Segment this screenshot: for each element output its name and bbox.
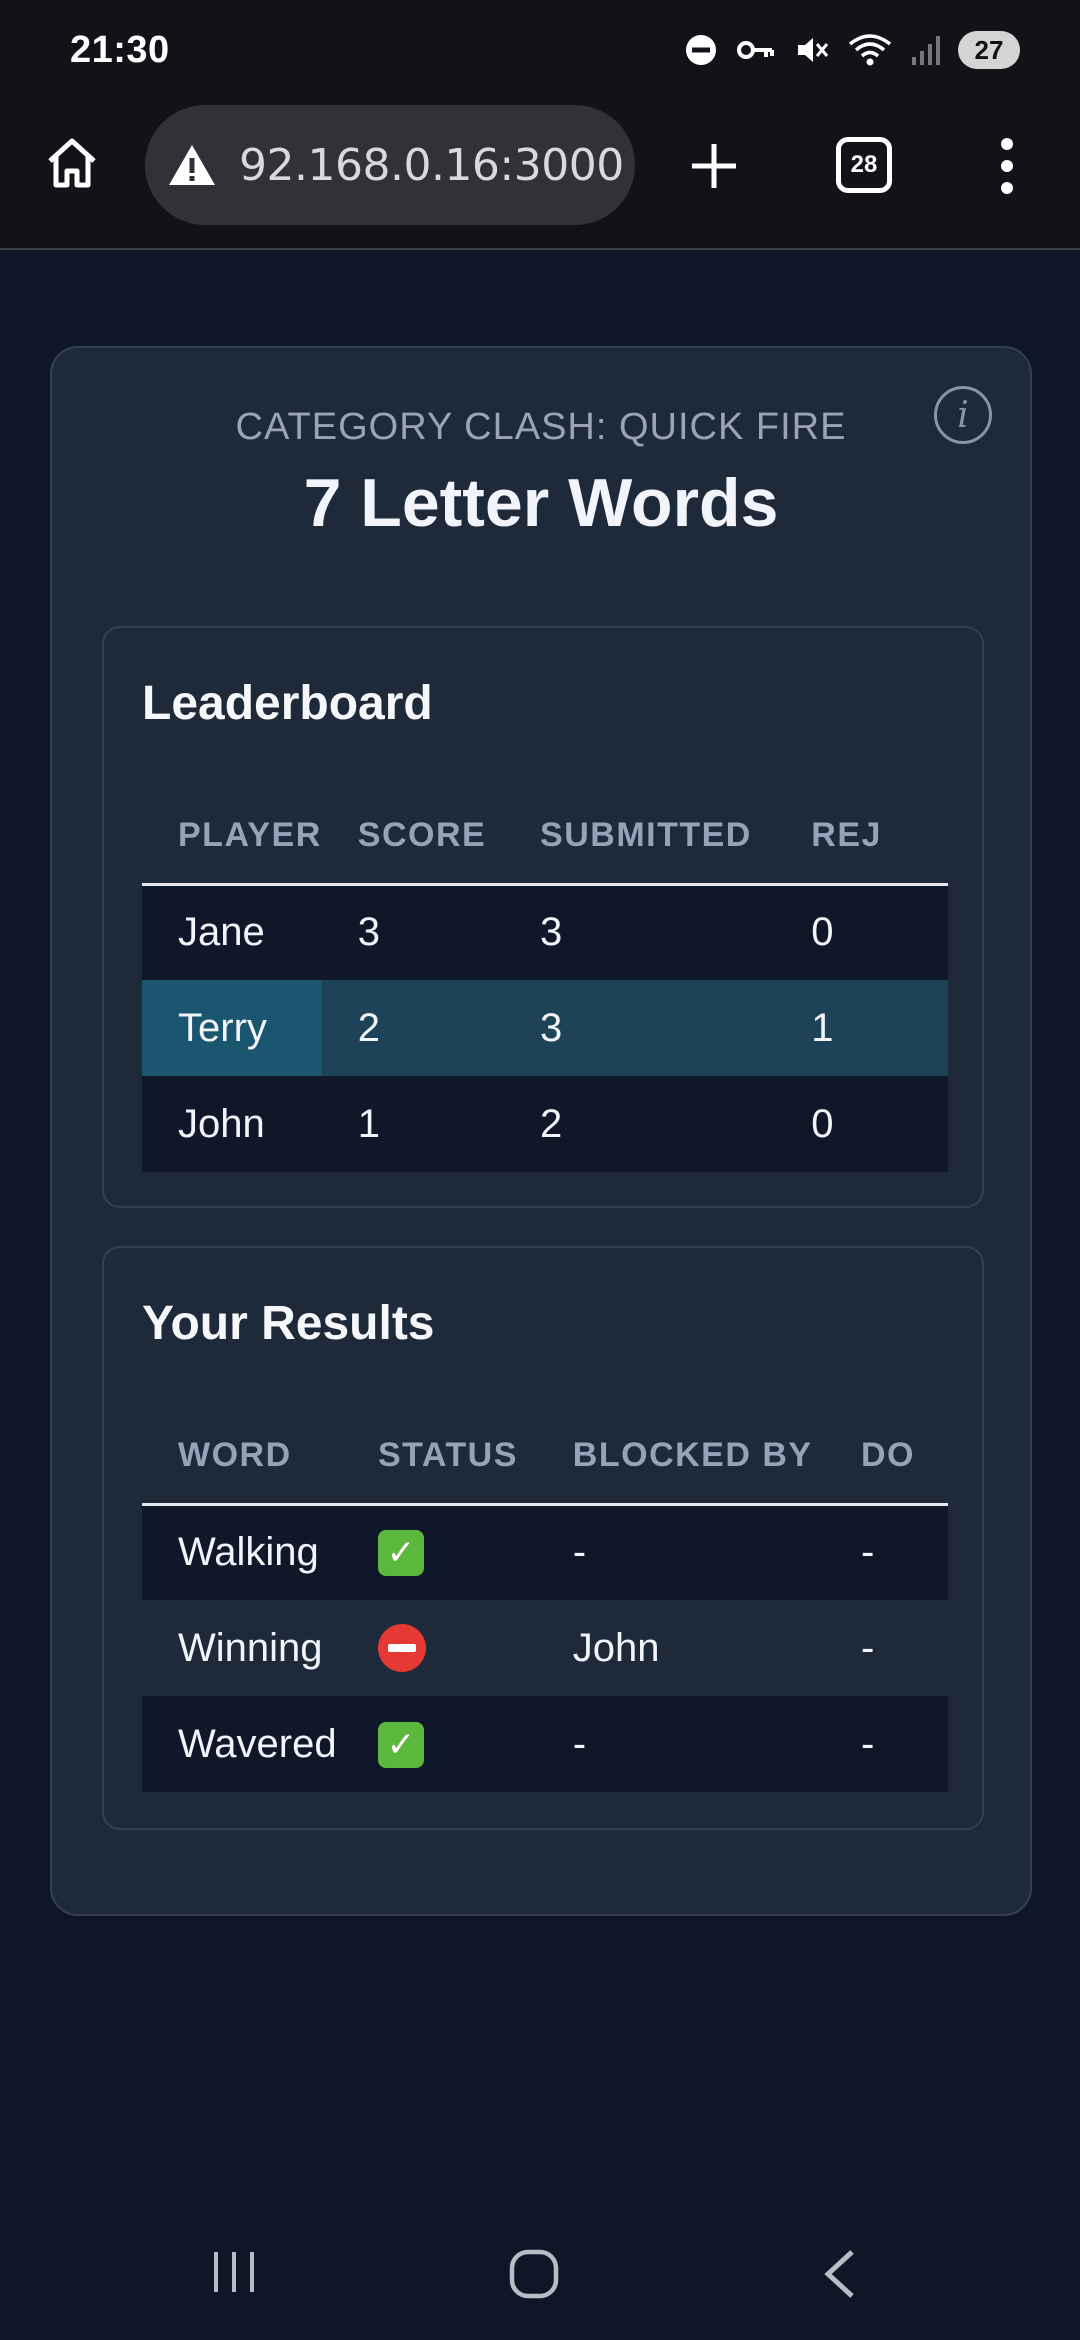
- tabs-icon[interactable]: 28: [836, 137, 892, 193]
- result-blocked-by: -: [536, 1696, 825, 1792]
- insecure-warning-icon[interactable]: [167, 142, 217, 188]
- game-card: i CATEGORY CLASH: QUICK FIRE 7 Letter Wo…: [50, 346, 1032, 1916]
- status-icons: 27: [684, 31, 1020, 69]
- col-player: PLAYER: [142, 788, 322, 886]
- no-entry-icon: [377, 1624, 426, 1673]
- signal-icon: [912, 36, 940, 65]
- vpn-key-icon: [737, 41, 774, 59]
- status-bar: 21:30 27: [0, 0, 1080, 100]
- result-status: [341, 1600, 537, 1696]
- results-table: WORD STATUS BLOCKED BY DO Walking ✓ - - …: [142, 1408, 948, 1792]
- result-status: ✓: [341, 1504, 537, 1600]
- table-row: Walking ✓ - -: [142, 1504, 948, 1600]
- result-word: Walking: [142, 1504, 342, 1600]
- player-score: 1: [321, 1076, 505, 1172]
- col-status: STATUS: [341, 1408, 537, 1506]
- recent-apps-icon[interactable]: [210, 2248, 258, 2301]
- result-extra: -: [824, 1696, 948, 1792]
- system-nav-bar: [0, 2220, 1080, 2320]
- check-mark-icon: ✓: [377, 1530, 424, 1577]
- table-row: John 1 2 0: [142, 1076, 948, 1172]
- result-blocked-by: John: [536, 1600, 825, 1696]
- col-extra: DO: [824, 1408, 948, 1506]
- table-row: Winning John -: [142, 1600, 948, 1696]
- leaderboard-table: PLAYER SCORE SUBMITTED REJ Jane 3 3 0 Te…: [142, 788, 948, 1172]
- table-row: Jane 3 3 0: [142, 884, 948, 980]
- results-panel: Your Results WORD STATUS BLOCKED BY DO W…: [102, 1246, 984, 1830]
- back-icon[interactable]: [818, 2248, 862, 2305]
- browser-toolbar: 92.168.0.16:3000 28: [0, 100, 1080, 250]
- player-rejected: 0: [775, 884, 948, 980]
- status-time: 21:30: [70, 28, 170, 71]
- result-word: Winning: [142, 1600, 342, 1696]
- col-blocked-by: BLOCKED BY: [536, 1408, 825, 1506]
- game-title: 7 Letter Words: [303, 465, 779, 541]
- results-header-row: WORD STATUS BLOCKED BY DO: [142, 1408, 948, 1506]
- table-row-current-player: Terry 2 3 1: [142, 980, 948, 1076]
- address-bar[interactable]: 92.168.0.16:3000: [145, 105, 635, 225]
- result-word: Wavered: [142, 1696, 342, 1792]
- col-score: SCORE: [321, 788, 505, 886]
- leaderboard-table-scroll[interactable]: PLAYER SCORE SUBMITTED REJ Jane 3 3 0 Te…: [142, 788, 948, 1172]
- leaderboard-header-row: PLAYER SCORE SUBMITTED REJ: [142, 788, 948, 886]
- result-extra: -: [824, 1600, 948, 1696]
- leaderboard-panel: Leaderboard PLAYER SCORE SUBMITTED REJ J…: [102, 626, 984, 1208]
- home-nav-icon[interactable]: [508, 2248, 560, 2305]
- plus-icon[interactable]: [688, 140, 740, 192]
- url-text[interactable]: 92.168.0.16:3000: [239, 140, 624, 191]
- more-vert-icon[interactable]: [992, 136, 1022, 196]
- col-rejected: REJ: [775, 788, 948, 886]
- table-row: Wavered ✓ - -: [142, 1696, 948, 1792]
- home-icon[interactable]: [44, 135, 100, 191]
- results-table-scroll[interactable]: WORD STATUS BLOCKED BY DO Walking ✓ - - …: [142, 1408, 948, 1792]
- check-mark-icon: ✓: [377, 1721, 424, 1768]
- leaderboard-title: Leaderboard: [142, 677, 433, 730]
- player-name: Jane: [142, 884, 322, 980]
- col-submitted: SUBMITTED: [504, 788, 776, 886]
- player-rejected: 1: [775, 980, 948, 1076]
- result-blocked-by: -: [536, 1504, 825, 1600]
- results-title: Your Results: [142, 1297, 435, 1350]
- player-rejected: 0: [775, 1076, 948, 1172]
- result-extra: -: [824, 1504, 948, 1600]
- game-mode-label: CATEGORY CLASH: QUICK FIRE: [235, 406, 847, 448]
- wifi-icon: [848, 34, 892, 66]
- battery-indicator: 27: [958, 31, 1020, 69]
- player-score: 2: [321, 980, 505, 1076]
- col-word: WORD: [142, 1408, 342, 1506]
- player-submitted: 2: [504, 1076, 776, 1172]
- do-not-disturb-icon: [686, 35, 716, 65]
- player-name: John: [142, 1076, 322, 1172]
- player-submitted: 3: [504, 884, 776, 980]
- player-score: 3: [321, 884, 505, 980]
- player-name: Terry: [142, 980, 322, 1076]
- mute-icon: [798, 38, 829, 62]
- result-status: ✓: [341, 1696, 537, 1792]
- player-submitted: 3: [504, 980, 776, 1076]
